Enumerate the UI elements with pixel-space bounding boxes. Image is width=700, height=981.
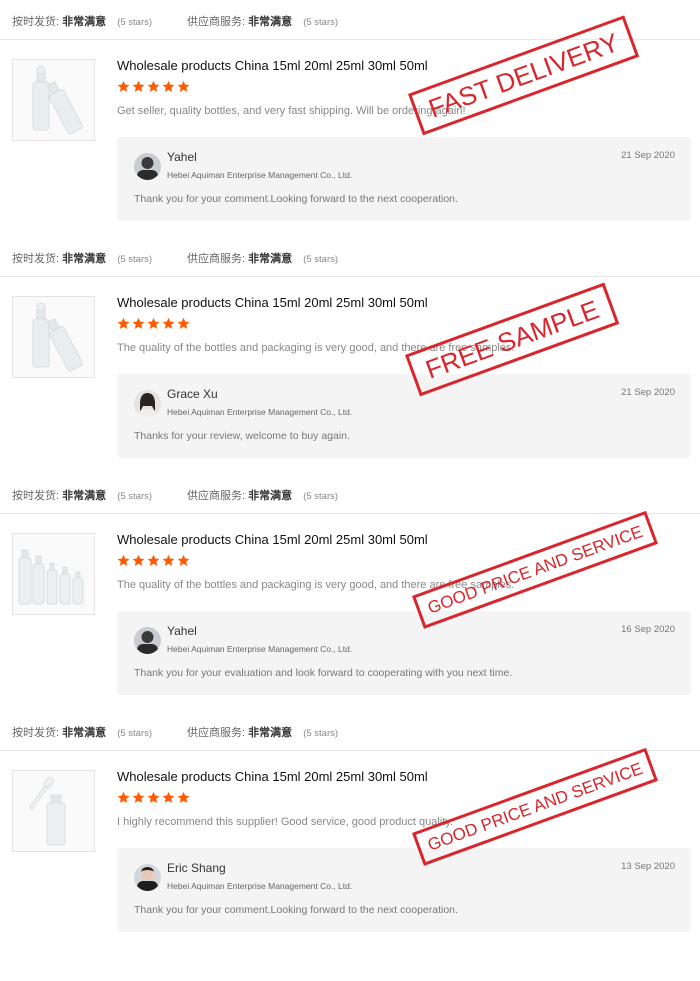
delivery-rating: 按时发货: 非常满意 (5 stars) xyxy=(12,13,152,29)
service-rating-label: 供应商服务: xyxy=(187,16,246,28)
product-title[interactable]: Wholesale products China 15ml 20ml 25ml … xyxy=(117,532,428,547)
avatar xyxy=(134,390,161,417)
star-icon xyxy=(132,554,145,566)
star-rating xyxy=(117,317,192,333)
star-icon xyxy=(177,791,190,803)
service-rating: 供应商服务: 非常满意 (5 stars) xyxy=(187,724,338,740)
service-rating-stars: (5 stars) xyxy=(303,728,339,739)
dropper-bottle-icon xyxy=(29,776,66,846)
star-icon xyxy=(117,80,130,92)
service-rating-label: 供应商服务: xyxy=(187,727,246,739)
star-rating xyxy=(117,80,192,96)
delivery-rating: 按时发货: 非常满意 (5 stars) xyxy=(12,250,152,266)
star-icon xyxy=(132,317,145,329)
reply-text: Thank you for your comment.Looking forwa… xyxy=(134,904,458,916)
reply-date: 21 Sep 2020 xyxy=(621,150,675,161)
delivery-rating-label: 按时发货: xyxy=(12,490,60,502)
service-rating-label: 供应商服务: xyxy=(187,490,246,502)
delivery-rating-value: 非常满意 xyxy=(62,16,107,28)
reply-date: 21 Sep 2020 xyxy=(621,387,675,398)
service-rating-label: 供应商服务: xyxy=(187,253,246,265)
star-icon xyxy=(162,80,175,92)
delivery-rating-label: 按时发货: xyxy=(12,253,60,265)
delivery-rating-value: 非常满意 xyxy=(62,490,107,502)
product-thumbnail[interactable] xyxy=(12,770,95,852)
ratings-row: 按时发货: 非常满意 (5 stars) 供应商服务: 非常满意 (5 star… xyxy=(0,237,700,277)
reply-date: 13 Sep 2020 xyxy=(621,861,675,872)
supplier-reply: Eric Shang Hebei Aquiman Enterprise Mana… xyxy=(117,848,691,932)
product-title[interactable]: Wholesale products China 15ml 20ml 25ml … xyxy=(117,295,428,310)
star-rating xyxy=(117,554,192,570)
star-icon xyxy=(117,791,130,803)
service-rating-value: 非常满意 xyxy=(248,253,293,265)
service-rating-value: 非常满意 xyxy=(248,727,293,739)
reply-company: Hebei Aquiman Enterprise Management Co.,… xyxy=(167,407,353,417)
reply-author-name: Grace Xu xyxy=(167,387,218,401)
ratings-row: 按时发货: 非常满意 (5 stars) 供应商服务: 非常满意 (5 star… xyxy=(0,711,700,751)
product-title[interactable]: Wholesale products China 15ml 20ml 25ml … xyxy=(117,58,428,73)
bottle-set-icon xyxy=(18,549,84,605)
delivery-rating-stars: (5 stars) xyxy=(117,728,153,739)
star-icon xyxy=(132,80,145,92)
reply-company: Hebei Aquiman Enterprise Management Co.,… xyxy=(167,644,353,654)
service-rating-value: 非常满意 xyxy=(248,490,293,502)
service-rating: 供应商服务: 非常满意 (5 stars) xyxy=(187,250,338,266)
avatar xyxy=(134,627,161,654)
star-icon xyxy=(117,554,130,566)
ratings-row: 按时发货: 非常满意 (5 stars) 供应商服务: 非常满意 (5 star… xyxy=(0,474,700,514)
reply-text: Thank you for your evaluation and look f… xyxy=(134,667,513,679)
star-icon xyxy=(162,791,175,803)
reply-company: Hebei Aquiman Enterprise Management Co.,… xyxy=(167,170,353,180)
single-bottle-icon xyxy=(32,302,83,372)
star-icon xyxy=(162,317,175,329)
delivery-rating-value: 非常满意 xyxy=(62,727,107,739)
supplier-reply: Yahel Hebei Aquiman Enterprise Managemen… xyxy=(117,611,691,695)
star-icon xyxy=(177,317,190,329)
avatar xyxy=(134,864,161,891)
reply-author-name: Eric Shang xyxy=(167,861,226,875)
service-rating: 供应商服务: 非常满意 (5 stars) xyxy=(187,487,338,503)
reply-text: Thanks for your review, welcome to buy a… xyxy=(134,430,350,442)
delivery-rating-stars: (5 stars) xyxy=(117,17,153,28)
star-icon xyxy=(177,554,190,566)
delivery-rating-stars: (5 stars) xyxy=(117,254,153,265)
star-icon xyxy=(117,317,130,329)
delivery-rating-stars: (5 stars) xyxy=(117,491,153,502)
product-title[interactable]: Wholesale products China 15ml 20ml 25ml … xyxy=(117,769,428,784)
star-icon xyxy=(177,80,190,92)
supplier-reply: Yahel Hebei Aquiman Enterprise Managemen… xyxy=(117,137,691,221)
delivery-rating-label: 按时发货: xyxy=(12,727,60,739)
delivery-rating: 按时发货: 非常满意 (5 stars) xyxy=(12,487,152,503)
product-thumbnail[interactable] xyxy=(12,533,95,615)
reply-text: Thank you for your comment.Looking forwa… xyxy=(134,193,458,205)
star-rating xyxy=(117,791,192,807)
supplier-reply: Grace Xu Hebei Aquiman Enterprise Manage… xyxy=(117,374,691,458)
star-icon xyxy=(147,317,160,329)
single-bottle-icon xyxy=(32,65,83,135)
service-rating-value: 非常满意 xyxy=(248,16,293,28)
star-icon xyxy=(147,791,160,803)
review-comment: I highly recommend this supplier! Good s… xyxy=(117,816,454,828)
star-icon xyxy=(147,554,160,566)
service-rating: 供应商服务: 非常满意 (5 stars) xyxy=(187,13,338,29)
delivery-rating-label: 按时发货: xyxy=(12,16,60,28)
reply-date: 16 Sep 2020 xyxy=(621,624,675,635)
delivery-rating-value: 非常满意 xyxy=(62,253,107,265)
avatar xyxy=(134,153,161,180)
reply-company: Hebei Aquiman Enterprise Management Co.,… xyxy=(167,881,353,891)
star-icon xyxy=(132,791,145,803)
service-rating-stars: (5 stars) xyxy=(303,491,339,502)
star-icon xyxy=(162,554,175,566)
reply-author-name: Yahel xyxy=(167,150,197,164)
product-thumbnail[interactable] xyxy=(12,296,95,378)
star-icon xyxy=(147,80,160,92)
service-rating-stars: (5 stars) xyxy=(303,254,339,265)
service-rating-stars: (5 stars) xyxy=(303,17,339,28)
product-thumbnail[interactable] xyxy=(12,59,95,141)
reply-author-name: Yahel xyxy=(167,624,197,638)
delivery-rating: 按时发货: 非常满意 (5 stars) xyxy=(12,724,152,740)
